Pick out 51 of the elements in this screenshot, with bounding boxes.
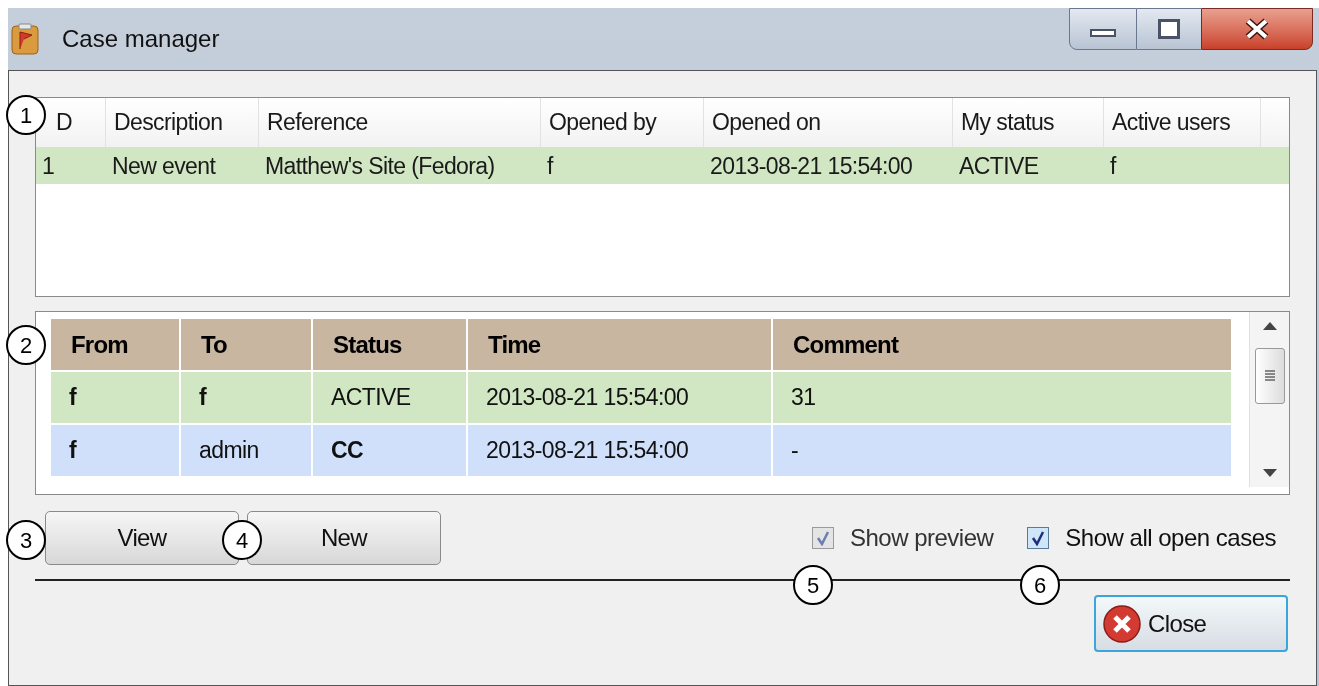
checkbox[interactable] xyxy=(1027,527,1050,549)
scroll-down-icon xyxy=(1262,469,1277,477)
checkmark-icon xyxy=(815,530,830,546)
checkmark-icon xyxy=(1031,530,1046,546)
column-header[interactable]: Status xyxy=(313,319,466,370)
table-cell: - xyxy=(773,425,1231,476)
case-row[interactable]: 1 New event Matthew's Site (Fedora) f 2013-08-21 15:54:00 ACTIVE f xyxy=(36,148,1289,184)
table-cell: ACTIVE xyxy=(313,372,466,423)
table-cell: f xyxy=(181,372,311,423)
minimize-icon xyxy=(1090,29,1116,37)
column-header[interactable]: To xyxy=(181,319,311,370)
minimize-button[interactable] xyxy=(1069,8,1137,50)
column-header[interactable]: Description xyxy=(114,105,223,140)
scrollbar[interactable] xyxy=(1249,312,1289,487)
close-button[interactable]: Close xyxy=(1094,595,1288,652)
column-header[interactable]: My status xyxy=(961,105,1054,140)
column-header[interactable]: Time xyxy=(468,319,771,370)
checkbox-label: Show all open cases xyxy=(1065,523,1276,553)
table-cell-text: New event xyxy=(111,151,217,181)
table-cell: CC xyxy=(313,425,466,476)
table-cell-text: ACTIVE xyxy=(958,151,1040,181)
column-header[interactable]: Reference xyxy=(267,105,368,140)
column-header[interactable]: D xyxy=(56,105,72,140)
table-cell-text: f xyxy=(1109,151,1118,181)
maximize-icon xyxy=(1158,19,1180,39)
table-cell-text: Matthew's Site (Fedora) xyxy=(264,151,496,181)
close-icon xyxy=(1244,18,1270,40)
column-header[interactable]: From xyxy=(51,319,179,370)
close-window-button[interactable] xyxy=(1201,8,1313,50)
action-button[interactable]: New xyxy=(247,511,441,565)
table-cell: 31 xyxy=(773,372,1231,423)
table-cell-text: 1 xyxy=(41,151,56,181)
column-header[interactable]: Active users xyxy=(1112,105,1231,140)
close-icon xyxy=(1102,603,1142,644)
table-cell: 2013-08-21 15:54:00 xyxy=(468,372,771,423)
table-cell-text: f xyxy=(546,151,555,181)
scroll-thumb[interactable] xyxy=(1254,348,1285,404)
grip-icon xyxy=(1263,369,1276,383)
clipboard-flag-icon xyxy=(10,23,40,55)
table-cell: 2013-08-21 15:54:00 xyxy=(468,425,771,476)
maximize-button[interactable] xyxy=(1137,8,1201,50)
table-cell-text: 2013-08-21 15:54:00 xyxy=(709,151,914,181)
table-cell: admin xyxy=(181,425,311,476)
column-header[interactable]: Comment xyxy=(773,319,1231,370)
column-header[interactable]: Opened on xyxy=(712,105,821,140)
column-header[interactable]: Opened by xyxy=(549,105,657,140)
checkbox-label: Show preview xyxy=(849,523,994,553)
table-cell: f xyxy=(51,425,179,476)
scroll-up-icon xyxy=(1262,322,1277,330)
window-title: Case manager xyxy=(62,24,220,54)
table-cell: f xyxy=(51,372,179,423)
